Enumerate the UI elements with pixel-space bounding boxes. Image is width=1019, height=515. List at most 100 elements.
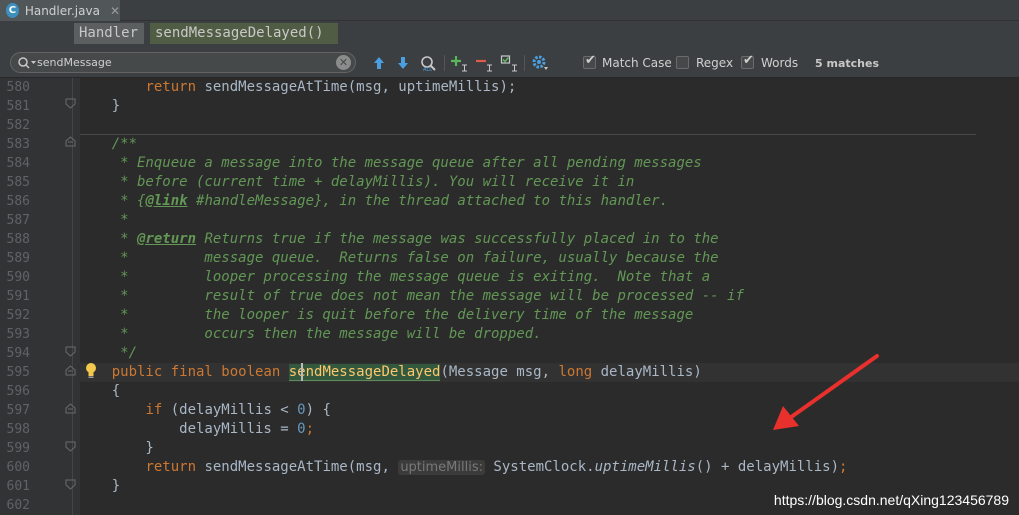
- line-number[interactable]: 602: [0, 496, 30, 515]
- breadcrumb: Handler sendMessageDelayed(): [0, 21, 1019, 46]
- code-line[interactable]: * @return Returns true if the message wa…: [78, 230, 1019, 249]
- line-number[interactable]: 597: [0, 401, 30, 420]
- words-checkbox[interactable]: ✔: [741, 53, 754, 69]
- filter-settings-icon[interactable]: [531, 54, 549, 72]
- fold-end-icon[interactable]: [65, 98, 76, 109]
- code-line[interactable]: * Enqueue a message into the message que…: [78, 154, 1019, 173]
- code-token: ;: [305, 421, 315, 437]
- lightbulb-icon[interactable]: [84, 362, 98, 380]
- line-number[interactable]: 598: [0, 420, 30, 439]
- code-line[interactable]: return sendMessageAtTime(msg, uptimeMill…: [78, 78, 1019, 97]
- editor-tab-bar: C Handler.java ✕: [0, 0, 1019, 21]
- code-token: public final boolean: [111, 364, 281, 380]
- code-line[interactable]: * the looper is quit before the delivery…: [78, 306, 1019, 325]
- line-number[interactable]: 585: [0, 173, 30, 192]
- code-token: SystemClock.: [485, 459, 595, 475]
- code-token: * occurs then the message will be droppe…: [78, 326, 542, 342]
- code-line[interactable]: return sendMessageAtTime(msg, uptimeMill…: [78, 458, 1019, 477]
- code-token: *: [78, 212, 129, 228]
- code-line[interactable]: }: [78, 439, 1019, 458]
- code-token: sendMessageAtTime(msg, uptimeMillis);: [196, 79, 517, 95]
- match-count: 5 matches: [815, 57, 879, 70]
- regex-label[interactable]: Regex: [696, 56, 733, 70]
- add-occurrence-icon[interactable]: [450, 54, 468, 72]
- search-input[interactable]: [37, 54, 327, 71]
- line-number[interactable]: 595: [0, 363, 30, 382]
- search-box[interactable]: ✕: [10, 52, 356, 73]
- line-number[interactable]: 600: [0, 458, 30, 477]
- close-icon[interactable]: ✕: [110, 4, 120, 18]
- line-number[interactable]: 586: [0, 192, 30, 211]
- fold-end-icon[interactable]: [65, 346, 76, 357]
- regex-checkbox[interactable]: [676, 56, 689, 69]
- line-number[interactable]: 581: [0, 97, 30, 116]
- line-number[interactable]: 596: [0, 382, 30, 401]
- code-token: * before (current time + delayMillis). Y…: [78, 174, 635, 190]
- code-line[interactable]: * result of true does not mean the messa…: [78, 287, 1019, 306]
- code-line[interactable]: *: [78, 211, 1019, 230]
- fold-start-icon[interactable]: [65, 403, 76, 414]
- breadcrumb-method[interactable]: sendMessageDelayed(): [150, 23, 338, 44]
- match-case-label[interactable]: Match Case: [602, 56, 672, 70]
- code-line[interactable]: * occurs then the message will be droppe…: [78, 325, 1019, 344]
- code-token: * {: [78, 193, 146, 209]
- code-token: {: [78, 383, 121, 399]
- code-token: * Enqueue a message into the message que…: [78, 155, 702, 171]
- match-case-checkbox[interactable]: ✔: [583, 53, 596, 69]
- code-line[interactable]: * message queue. Returns false on failur…: [78, 249, 1019, 268]
- line-number[interactable]: 601: [0, 477, 30, 496]
- code-token: *: [78, 231, 138, 247]
- clear-search-icon[interactable]: ✕: [336, 55, 351, 70]
- code-line[interactable]: }: [78, 97, 1019, 116]
- select-all-occurrences-icon[interactable]: [500, 54, 518, 72]
- line-number[interactable]: 591: [0, 287, 30, 306]
- line-number[interactable]: 584: [0, 154, 30, 173]
- arrow-up-icon[interactable]: [370, 54, 388, 72]
- code-line[interactable]: /**: [78, 135, 1019, 154]
- line-number[interactable]: 580: [0, 78, 30, 97]
- line-number[interactable]: 583: [0, 135, 30, 154]
- find-usages-icon[interactable]: ALL: [419, 54, 437, 72]
- line-number[interactable]: 582: [0, 116, 30, 135]
- code-line[interactable]: [78, 116, 1019, 135]
- toolbar-separator: [444, 55, 445, 71]
- code-token: uptimeMillis: [594, 459, 696, 475]
- code-token: }: [78, 440, 154, 456]
- words-label[interactable]: Words: [761, 56, 798, 70]
- breadcrumb-class[interactable]: Handler: [74, 23, 144, 44]
- tab-handler-java[interactable]: C Handler.java ✕: [0, 0, 120, 21]
- code-line[interactable]: * looper processing the message queue is…: [78, 268, 1019, 287]
- line-number[interactable]: 590: [0, 268, 30, 287]
- code-token: sendMessageAtTime(msg,: [196, 459, 399, 475]
- svg-text:ALL: ALL: [423, 67, 432, 72]
- line-number[interactable]: 599: [0, 439, 30, 458]
- code-line[interactable]: * {@link #handleMessage}, in the thread …: [78, 192, 1019, 211]
- check-icon: ✔: [743, 53, 754, 68]
- fold-start-icon[interactable]: [65, 136, 76, 147]
- line-number[interactable]: 594: [0, 344, 30, 363]
- code-token: return: [145, 79, 197, 95]
- fold-end-icon[interactable]: [65, 479, 76, 490]
- search-icon[interactable]: [17, 56, 37, 70]
- line-number[interactable]: 592: [0, 306, 30, 325]
- remove-occurrence-icon[interactable]: [475, 54, 493, 72]
- code-line[interactable]: * before (current time + delayMillis). Y…: [78, 173, 1019, 192]
- code-token: if: [145, 402, 163, 418]
- code-token: () + delayMillis): [695, 459, 840, 475]
- line-number[interactable]: 589: [0, 249, 30, 268]
- toolbar-separator: [524, 55, 525, 71]
- check-icon: ✔: [585, 53, 596, 68]
- fold-end-icon[interactable]: [65, 441, 76, 452]
- code-editor[interactable]: return sendMessageAtTime(msg, uptimeMill…: [0, 78, 1019, 515]
- arrow-down-icon[interactable]: [394, 54, 412, 72]
- fold-start-icon[interactable]: [65, 365, 76, 376]
- line-number[interactable]: 588: [0, 230, 30, 249]
- code-token: ;: [839, 459, 848, 475]
- code-token: }: [78, 98, 121, 114]
- code-token: * the looper is quit before the delivery…: [78, 307, 694, 323]
- line-number[interactable]: 593: [0, 325, 30, 344]
- line-number[interactable]: 587: [0, 211, 30, 230]
- code-token: }: [78, 478, 121, 494]
- code-token: * looper processing the message queue is…: [78, 269, 711, 285]
